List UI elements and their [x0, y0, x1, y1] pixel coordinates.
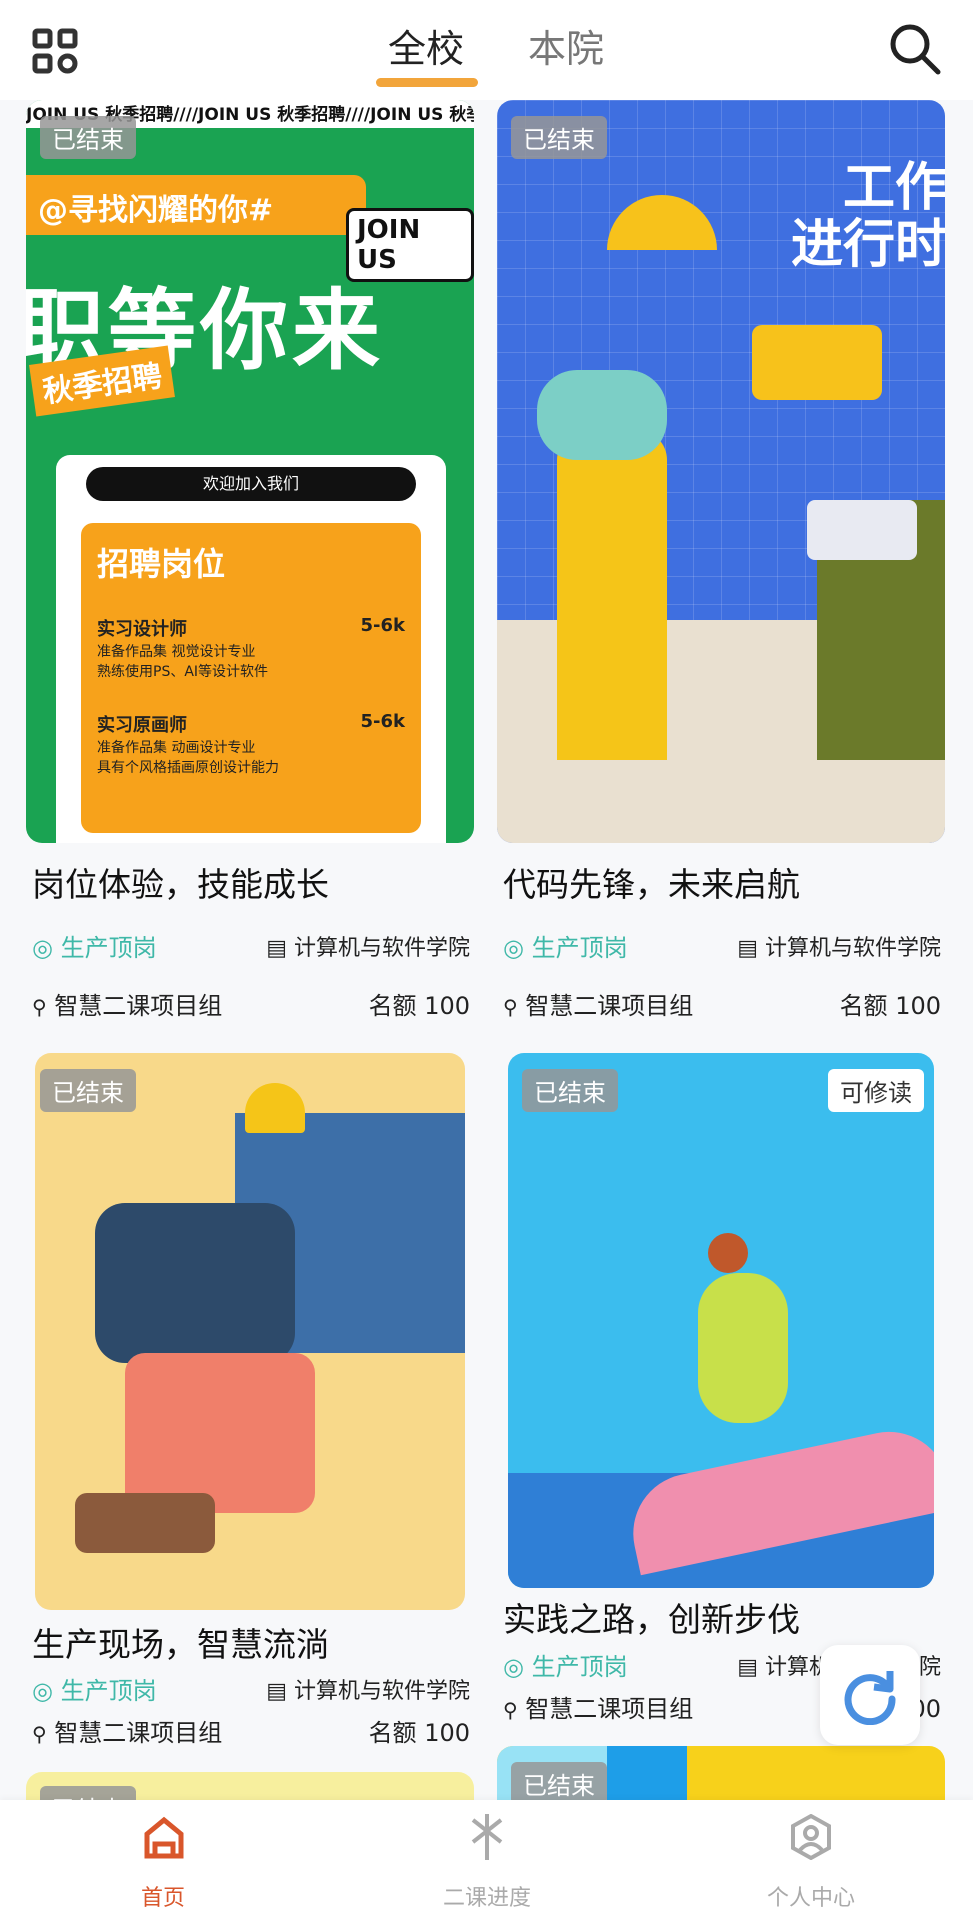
bottom-nav: 首页 二课进度 个人中心 — [0, 1800, 973, 1920]
person-illustration — [557, 430, 667, 760]
nav-item-home[interactable]: 首页 — [83, 1800, 243, 1920]
tie-icon: ⚲ — [503, 995, 518, 1019]
boot-illustration — [75, 1493, 215, 1553]
status-badge: 已结束 — [511, 1762, 607, 1805]
poster-panel: 欢迎加入我们 招聘岗位 实习设计师 5-6k 准备作品集 视觉设计专业 熟练使用P… — [56, 455, 446, 843]
category-label: 生产顶岗 — [60, 1677, 157, 1705]
card-title: 代码先锋，未来启航 — [503, 865, 800, 904]
surfer-illustration — [708, 1233, 748, 1273]
job-name: 实习设计师 — [97, 619, 187, 640]
organizer: ⚲ 智慧二课项目组 — [32, 986, 222, 1021]
category-icon: ◎ — [32, 934, 53, 962]
building-icon: ▤ — [737, 1655, 758, 1680]
college-name: 计算机与软件学院 — [293, 1679, 470, 1704]
college-name: 计算机与软件学院 — [293, 936, 470, 961]
refresh-icon — [844, 1671, 896, 1725]
card-title: 岗位体验，技能成长 — [32, 865, 329, 904]
building-icon: ▤ — [266, 936, 287, 961]
activity-card[interactable]: 已结束 生产现场，智慧流淌 ◎ 生产顶岗 ▤ 计算机与软件学院 ⚲ 智慧二课项目… — [26, 1053, 474, 1753]
nav-label: 个人中心 — [766, 1886, 855, 1911]
quota: 名额 100 — [839, 992, 941, 1020]
activity-card[interactable]: JOIN US 秋季招聘////JOIN US 秋季招聘////JOIN US … — [26, 100, 474, 1080]
job-desc: 熟练使用PS、AI等设计软件 — [97, 664, 269, 680]
category-label: 生产顶岗 — [531, 934, 628, 962]
job-salary: 5-6k — [360, 711, 406, 732]
home-icon — [144, 1816, 184, 1859]
college-label: ▤ 计算机与软件学院 — [737, 930, 941, 962]
laptop-illustration — [807, 500, 917, 560]
nav-label: 二课进度 — [442, 1886, 531, 1911]
category-tag: ◎ 生产顶岗 — [32, 1671, 157, 1706]
tab-whole-school[interactable]: 全校 — [388, 18, 464, 73]
job-desc: 具有个风格插画原创设计能力 — [97, 760, 279, 776]
organizer: ⚲ 智慧二课项目组 — [503, 1689, 693, 1724]
tie-icon: ⚲ — [32, 1722, 47, 1746]
headline-line: 工作 — [842, 158, 945, 218]
organizer: ⚲ 智慧二课项目组 — [503, 986, 693, 1021]
sparkle-icon — [471, 1814, 503, 1860]
active-tab-indicator — [376, 78, 478, 87]
college-name: 计算机与软件学院 — [764, 936, 941, 961]
nav-label: 首页 — [140, 1886, 185, 1911]
helmet-illustration — [245, 1083, 305, 1133]
worker-illustration — [125, 1353, 315, 1513]
college-label: ▤ 计算机与软件学院 — [266, 1673, 470, 1705]
headline-line: 进行时 — [790, 215, 945, 276]
poster-jobs: 招聘岗位 实习设计师 5-6k 准备作品集 视觉设计专业 熟练使用PS、AI等设计… — [81, 523, 421, 833]
college-label: ▤ 计算机与软件学院 — [266, 930, 470, 962]
building-icon: ▤ — [737, 936, 758, 961]
poster-section-title: 招聘岗位 — [97, 545, 226, 583]
category-tag: ◎ 生产顶岗 — [503, 1647, 628, 1682]
job-salary: 5-6k — [360, 615, 406, 636]
organizer: ⚲ 智慧二课项目组 — [32, 1713, 222, 1748]
organizer-name: 智慧二课项目组 — [54, 992, 223, 1020]
category-icon: ◎ — [503, 934, 524, 962]
nav-item-profile[interactable]: 个人中心 — [731, 1800, 891, 1920]
category-icon: ◎ — [503, 1653, 524, 1681]
tab-my-college[interactable]: 本院 — [528, 18, 604, 73]
surfer-illustration — [698, 1273, 788, 1423]
organizer-name: 智慧二课项目组 — [525, 1695, 694, 1723]
person-illustration — [537, 370, 667, 460]
quota: 名额 100 — [368, 992, 470, 1020]
status-badge: 已结束 — [40, 1069, 136, 1112]
status-badge: 已结束 — [40, 116, 136, 159]
card-title: 实践之路，创新步伐 — [503, 1600, 800, 1639]
card-poster-image: 已结束 — [35, 1053, 465, 1610]
category-tag: ◎ 生产顶岗 — [503, 928, 628, 963]
refresh-button[interactable] — [820, 1645, 920, 1745]
category-label: 生产顶岗 — [531, 1653, 628, 1681]
profile-icon — [791, 1814, 831, 1860]
worker-illustration — [95, 1203, 295, 1363]
job-name: 实习原画师 — [97, 715, 187, 736]
chat-bubble-illustration — [752, 325, 882, 400]
poster-slogan: @寻找闪耀的你# — [26, 175, 366, 235]
card-title: 生产现场，智慧流淌 — [32, 1625, 329, 1664]
quota: 名额 100 — [368, 1719, 470, 1747]
top-bar — [0, 0, 973, 100]
tie-icon: ⚲ — [32, 995, 47, 1019]
eligible-badge: 可修读 — [828, 1069, 924, 1112]
job-desc: 准备作品集 视觉设计专业 — [97, 644, 256, 660]
job-desc: 准备作品集 动画设计专业 — [97, 740, 256, 756]
categories-grid-icon[interactable] — [32, 28, 78, 78]
organizer-name: 智慧二课项目组 — [54, 1719, 223, 1747]
tie-icon: ⚲ — [503, 1698, 518, 1722]
card-poster-image: 工作 进行时 已结束 — [497, 100, 945, 843]
poster-headline: 工作 进行时 — [767, 158, 945, 276]
category-label: 生产顶岗 — [60, 934, 157, 962]
card-poster-image: 已结束 可修读 — [508, 1053, 934, 1588]
category-icon: ◎ — [32, 1677, 53, 1705]
card-poster-image: JOIN US 秋季招聘////JOIN US 秋季招聘////JOIN US … — [26, 100, 474, 843]
search-icon[interactable] — [888, 22, 942, 80]
status-badge: 已结束 — [511, 116, 607, 159]
organizer-name: 智慧二课项目组 — [525, 992, 694, 1020]
category-tag: ◎ 生产顶岗 — [32, 928, 157, 963]
nav-item-progress[interactable]: 二课进度 — [407, 1800, 567, 1920]
building-icon: ▤ — [266, 1679, 287, 1704]
poster-search-bar: 欢迎加入我们 — [86, 467, 416, 501]
status-badge: 已结束 — [522, 1069, 618, 1112]
activity-card[interactable]: 工作 进行时 已结束 代码先锋，未来启航 ◎ 生产顶岗 ▤ 计算机与软件学院 ⚲ … — [497, 100, 945, 1080]
